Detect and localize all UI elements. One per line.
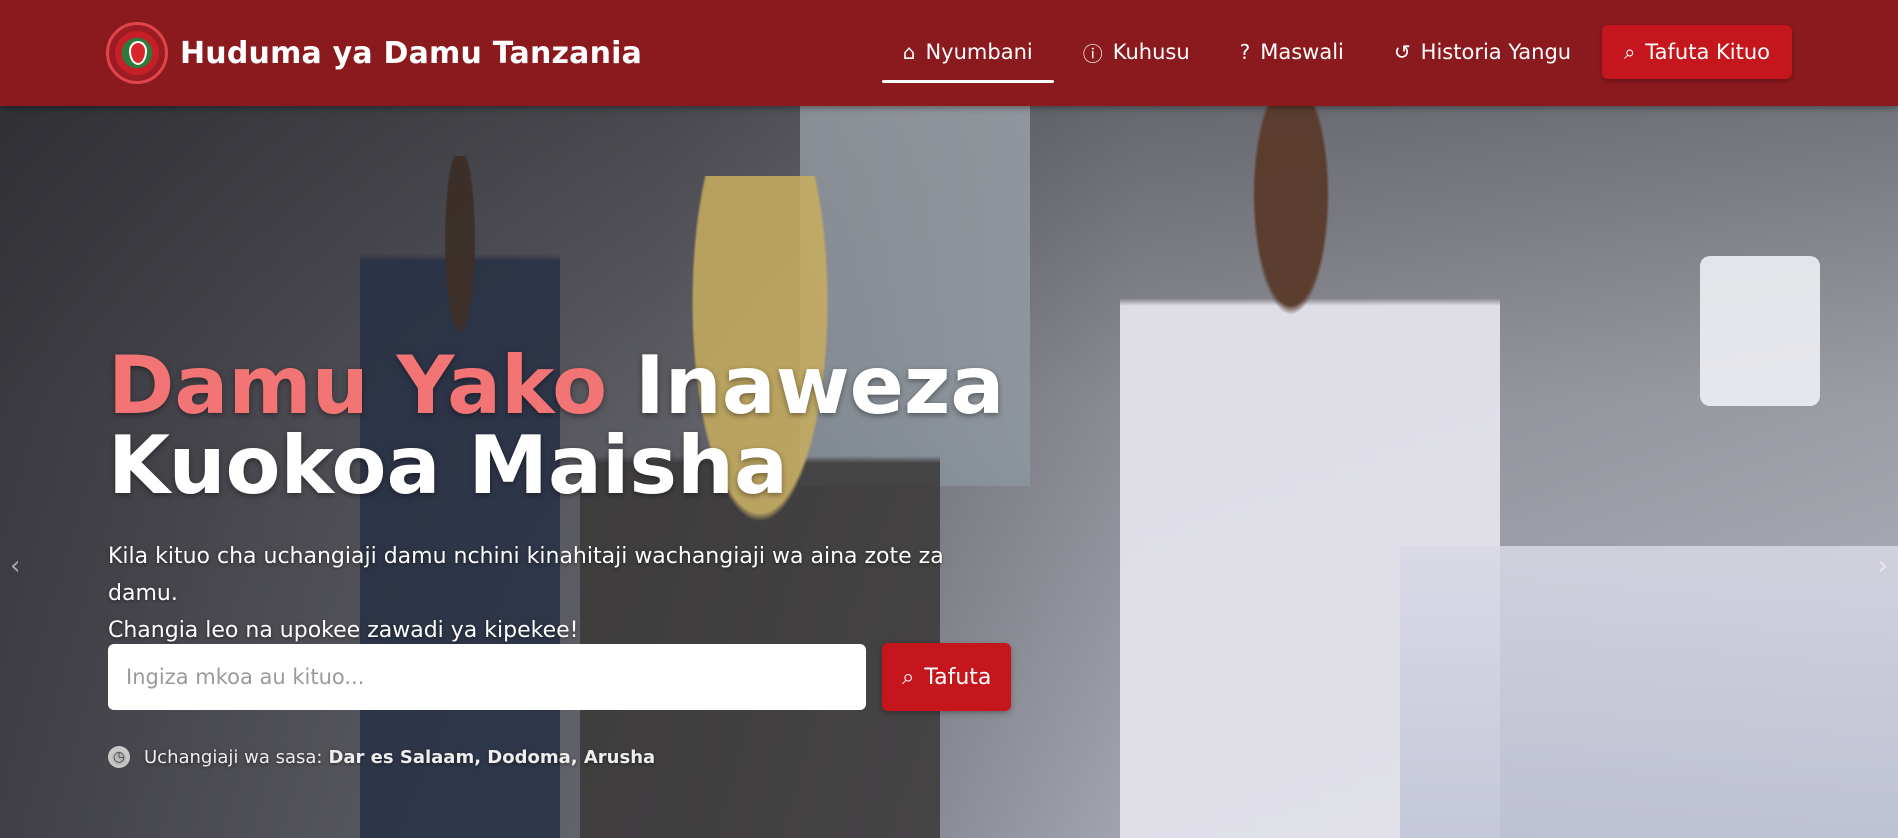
- nav-item-maswali[interactable]: ? Maswali: [1219, 25, 1365, 79]
- nav-item-label: Kuhusu: [1112, 40, 1190, 64]
- recent-places: Dar es Salaam, Dodoma, Arusha: [328, 746, 656, 768]
- carousel-next-icon[interactable]: ›: [1878, 551, 1888, 581]
- search-button-label: Tafuta: [924, 664, 992, 690]
- recent-donations: ◷ Uchangiaji wa sasa: Dar es Salaam, Dod…: [108, 746, 655, 768]
- find-center-label: Tafuta Kituo: [1645, 40, 1770, 64]
- nav-item-nyumbani[interactable]: ⌂ Nyumbani: [881, 25, 1054, 83]
- search-zoom-icon: ⌕: [1624, 40, 1636, 64]
- brand-name: Huduma ya Damu Tanzania: [180, 35, 643, 71]
- top-navbar: Huduma ya Damu Tanzania ⌂ Nyumbani ⓘ Kuh…: [0, 0, 1898, 106]
- search-input[interactable]: [108, 644, 866, 710]
- headline-line2: Kuokoa Maisha: [108, 419, 788, 512]
- subtitle-line1: Kila kituo cha uchangiaji damu nchini ki…: [108, 544, 944, 606]
- nav-item-label: Nyumbani: [925, 40, 1033, 64]
- search-row: ⌕ Tafuta: [108, 643, 1012, 711]
- hero-subtitle: Kila kituo cha uchangiaji damu nchini ki…: [108, 538, 1008, 649]
- clock-icon: ◷: [108, 746, 130, 768]
- info-icon: ⓘ: [1082, 41, 1103, 66]
- find-center-button[interactable]: ⌕ Tafuta Kituo: [1602, 25, 1792, 79]
- recent-label: Uchangiaji wa sasa:: [144, 746, 323, 768]
- carousel-prev-icon[interactable]: ‹: [10, 551, 20, 581]
- brand[interactable]: Huduma ya Damu Tanzania: [106, 20, 642, 86]
- blood-drop-logo: [106, 22, 168, 84]
- history-icon: ↺: [1393, 40, 1411, 64]
- hero-headline: Damu Yako Inaweza Kuokoa Maisha: [108, 346, 1004, 506]
- hero-medical-equipment: [1700, 256, 1820, 406]
- nav-item-historia-yangu[interactable]: ↺ Historia Yangu: [1373, 25, 1592, 79]
- question-icon: ?: [1239, 40, 1251, 64]
- search-button[interactable]: ⌕ Tafuta: [882, 643, 1012, 711]
- hero-carousel: ‹ › Damu Yako Inaweza Kuokoa Maisha Kila…: [0, 106, 1898, 838]
- home-icon: ⌂: [902, 40, 916, 64]
- nav-item-kuhusu[interactable]: ⓘ Kuhusu: [1062, 25, 1211, 79]
- search-zoom-icon: ⌕: [902, 664, 915, 690]
- main-nav: ⌂ Nyumbani ⓘ Kuhusu ? Maswali ↺ Historia…: [874, 25, 1792, 83]
- nav-item-label: Historia Yangu: [1420, 40, 1572, 64]
- subtitle-line2: Changia leo na upokee zawadi ya kipekee!: [108, 618, 579, 643]
- hero-bed: [1400, 546, 1898, 838]
- nav-item-label: Maswali: [1260, 40, 1344, 64]
